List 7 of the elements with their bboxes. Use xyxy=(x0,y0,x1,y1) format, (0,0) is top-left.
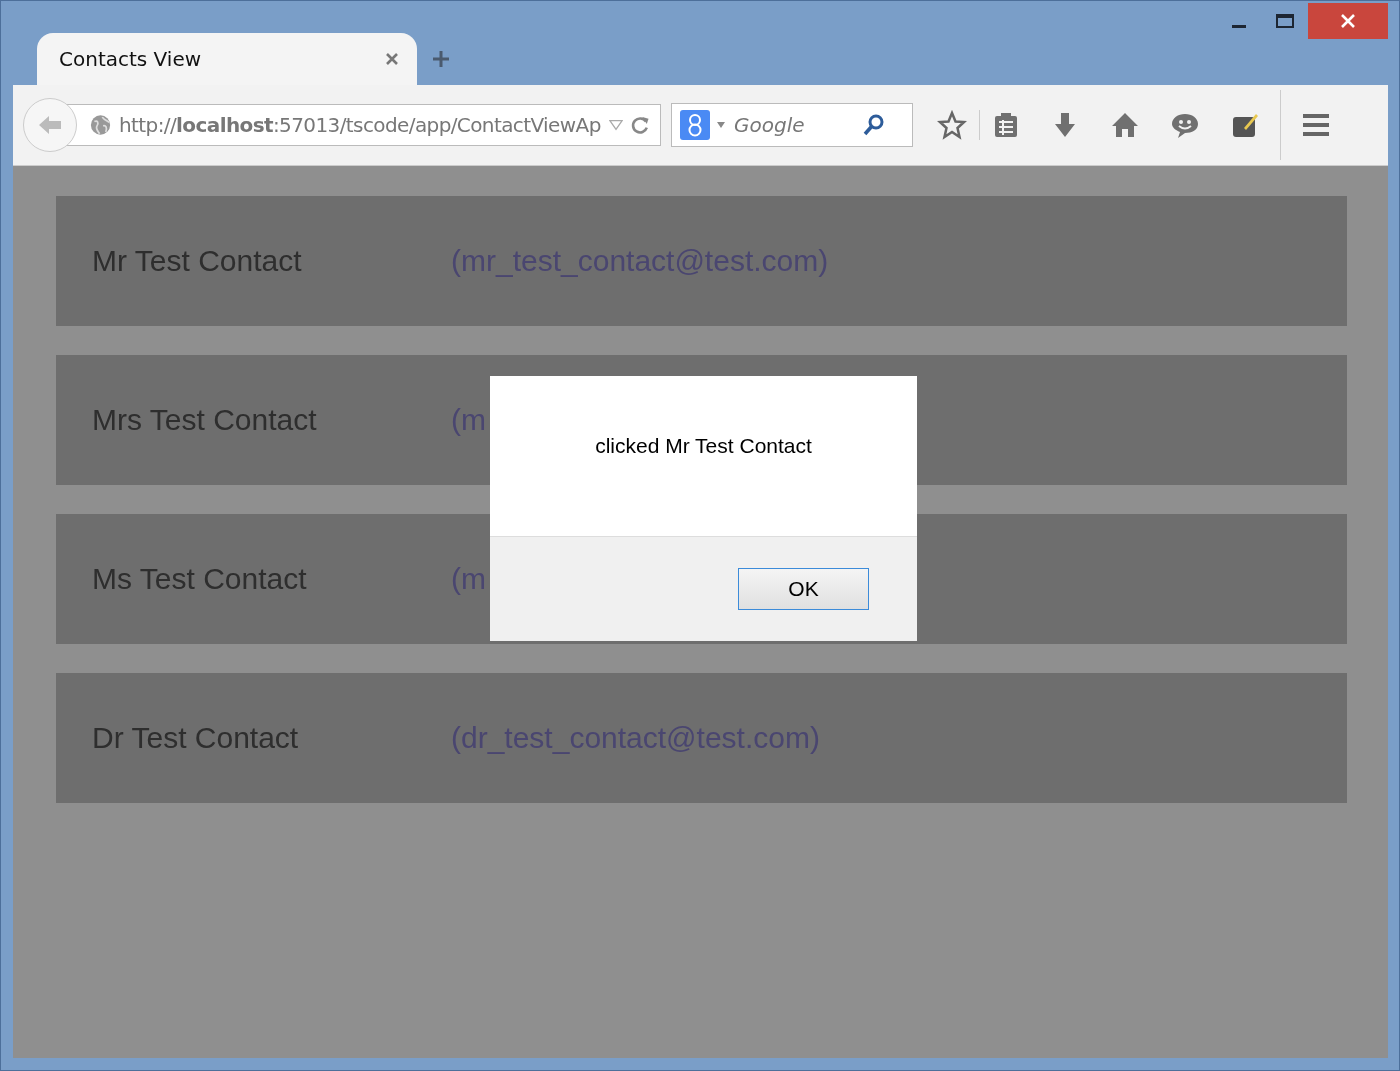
url-text: http://localhost:57013/tscode/app/ContactViewAp xyxy=(119,113,601,137)
contact-name: Mr Test Contact xyxy=(92,244,303,278)
contact-name: Dr Test Contact xyxy=(92,721,300,755)
contact-name: Ms Test Contact xyxy=(92,562,308,596)
tab-title: Contacts View xyxy=(59,47,202,71)
alert-message: clicked Mr Test Contact xyxy=(595,434,812,458)
contact-name: Mrs Test Contact xyxy=(92,403,318,437)
